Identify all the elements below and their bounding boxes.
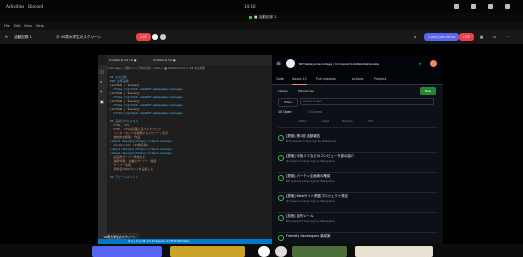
activity-bar: ▢ ⌕ ⑂ ▣: [98, 65, 107, 243]
editor-content[interactable]: ## 主な活動 ### 主要実績 [GitHub | Issues] - htt…: [110, 75, 270, 235]
avatar: [152, 34, 158, 40]
avatar[interactable]: [275, 246, 287, 257]
issue-meta: #8 opened 4 days ago by Wakayama: [286, 180, 335, 183]
sort-filter[interactable]: Sort: [368, 119, 374, 123]
grid-icon[interactable]: ▦: [480, 30, 483, 44]
avatar[interactable]: [430, 60, 437, 67]
issue-title[interactable]: [提案] 第1回 活動報告: [286, 133, 320, 138]
power-icon[interactable]: [505, 4, 510, 9]
code-line: ## アピールポイント: [110, 175, 139, 179]
status-text[interactable]: ⊗ 0 △ 0 Ln 46, Col 14 Spaces: 4 UTF-8 Ma…: [128, 240, 190, 243]
label-filter[interactable]: Label: [322, 119, 329, 123]
activities-button[interactable]: Activities: [6, 0, 24, 13]
issue-title[interactable]: Friendly developers 構成案: [286, 233, 330, 238]
menu-file[interactable]: File: [4, 22, 10, 30]
labels-button[interactable]: Labels: [278, 89, 288, 93]
issue-meta: #9 opened 3 days ago by Wakayama: [286, 160, 335, 163]
issue-open-icon: [278, 155, 284, 161]
participant-tile[interactable]: [92, 246, 162, 257]
avatar[interactable]: [258, 246, 270, 257]
tab-pull-requests[interactable]: Pull requests: [316, 74, 336, 84]
participant-tile[interactable]: [292, 246, 347, 257]
menu-view[interactable]: View: [24, 22, 32, 30]
issue-meta: #10 opened 3 days ago by Wakayama: [286, 140, 337, 143]
user-icon: ⌂: [414, 35, 417, 39]
issue-search-input[interactable]: [300, 98, 434, 105]
issue-open-icon: [278, 215, 284, 221]
channel-status-icon: [249, 16, 252, 19]
issue-meta: #6 opened 5 days ago by Wakayama: [286, 220, 335, 223]
issue-open-icon: [278, 235, 284, 241]
tab-issues[interactable]: Issues 10: [292, 74, 307, 85]
extensions-icon[interactable]: ▣: [100, 99, 104, 104]
menu-edit[interactable]: Edit: [14, 22, 21, 30]
issue-title[interactable]: [提案] 今後ミミなどのコンピュータ部の紹介: [286, 153, 354, 158]
volume-icon[interactable]: [471, 4, 476, 9]
menu-bar: File Edit View Help: [0, 22, 523, 30]
menu-help[interactable]: Help: [36, 22, 44, 30]
window-title: ■ 活動記録 1: [254, 15, 277, 19]
back-icon[interactable]: ⊙: [5, 30, 8, 44]
live-badge: LIVE: [136, 33, 151, 41]
list-item[interactable]: [技術] 自作ツール #6 opened 5 days ago by Wakay…: [278, 212, 438, 233]
issue-title[interactable]: [提案] パーティ企画案の確認: [286, 173, 330, 178]
list-item[interactable]: Friendly developers 構成案: [278, 232, 438, 244]
breadcrumb[interactable]: C:/Storage > 活動キャリア向け企画 > tests > ■ Unti…: [107, 65, 272, 73]
closed-count[interactable]: 0 Closed: [308, 110, 322, 114]
repo-nav: Code Issues 10 Pull requests Actions Pro…: [272, 74, 443, 85]
participant-tile[interactable]: [170, 246, 245, 257]
projects-filter[interactable]: Projects: [342, 119, 353, 123]
window-titlebar: ■ 活動記録 1: [0, 13, 523, 22]
participant-tile[interactable]: [355, 246, 433, 257]
user-live-badge: LIVE: [459, 33, 474, 41]
battery-icon[interactable]: [488, 4, 493, 9]
open-count[interactable]: 10 Open: [278, 110, 292, 114]
issue-open-icon: [278, 175, 284, 181]
tab-projects[interactable]: Projects: [374, 74, 386, 84]
list-item[interactable]: [提案] パーティ企画案の確認 #8 opened 4 days ago by …: [278, 172, 438, 193]
network-icon[interactable]: [454, 4, 459, 9]
list-item[interactable]: [提案] 今後ミミなどのコンピュータ部の紹介 #9 opened 3 days …: [278, 152, 438, 173]
repo-name[interactable]: NIT-Wakayama-College / ComputerClubWebsi…: [299, 62, 379, 66]
tab-actions[interactable]: Actions: [352, 74, 363, 84]
issue-meta: #7 opened 4 days ago by Wakayama: [286, 200, 335, 203]
github-logo-icon[interactable]: [286, 59, 295, 68]
list-item[interactable]: [提案] Webサイト関連プロジェクト発足 #7 opened 4 days a…: [278, 192, 438, 213]
editor-tab[interactable]: Untitled-8.md ●: [153, 55, 176, 65]
filter-button[interactable]: Filters: [278, 98, 298, 107]
stream-header: ⊙ 活動記録 1 ⓐ 20周大学生のスクリーン LIVE ⌂ Cuboy-jem…: [0, 30, 523, 44]
author-filter[interactable]: Author: [298, 119, 307, 123]
clock[interactable]: 14:16: [244, 0, 256, 13]
new-issue-button[interactable]: New: [420, 87, 436, 95]
issue-table-header: Author Label Projects Sort: [278, 119, 438, 128]
git-icon[interactable]: ⑂: [100, 89, 102, 94]
stream-title: ⓐ 20周大学生のスクリーン: [56, 35, 102, 39]
code-line: - https://github.com/NIT-Wakayama-Colleg…: [110, 111, 184, 115]
issue-open-icon: [278, 195, 284, 201]
search-icon[interactable]: ⌕: [419, 61, 421, 66]
system-topbar: Activities Discord 14:16: [0, 0, 523, 13]
menu-icon[interactable]: ≡: [276, 60, 281, 67]
issue-title[interactable]: [技術] 自作ツール: [286, 213, 313, 218]
code-line: - 資料名のWebサイトを実装した: [110, 167, 154, 171]
username-pill[interactable]: Cuboy-jem-forms: [424, 33, 460, 41]
issue-title[interactable]: [提案] Webサイト関連プロジェクト発足: [286, 193, 348, 198]
app-name: Discord: [28, 4, 44, 9]
search-icon[interactable]: ⌕: [100, 79, 102, 84]
vscode-window: Untitled-8.md (2) ● Untitled-8.md ● ▢ ⌕ …: [98, 55, 272, 243]
explorer-icon[interactable]: ▢: [100, 69, 104, 74]
channel-name: 活動記録 1: [14, 35, 32, 39]
github-window: ≡ NIT-Wakayama-College / ComputerClubWeb…: [272, 56, 443, 244]
more-icon[interactable]: ⋯: [506, 30, 510, 44]
github-header: ≡ NIT-Wakayama-College / ComputerClubWeb…: [272, 56, 443, 74]
avatar: [160, 34, 166, 40]
editor-tabs: Untitled-8.md (2) ● Untitled-8.md ●: [107, 55, 272, 65]
list-item[interactable]: [提案] 第1回 活動報告 #10 opened 3 days ago by W…: [278, 132, 438, 153]
issue-open-icon: [278, 135, 284, 141]
tab-code[interactable]: Code: [276, 74, 284, 84]
editor-tab[interactable]: Untitled-8.md (2) ●: [109, 55, 136, 65]
layout-icon[interactable]: ▭: [493, 30, 496, 44]
milestones-button[interactable]: Milestones: [298, 89, 314, 93]
